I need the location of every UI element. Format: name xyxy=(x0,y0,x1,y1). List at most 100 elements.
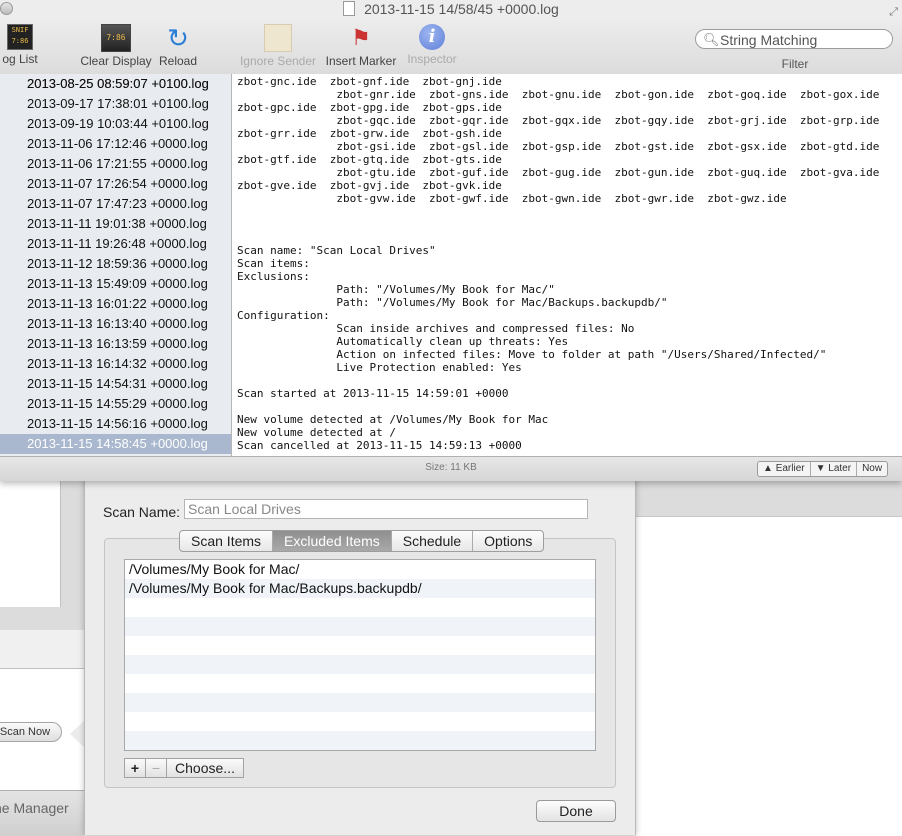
log-line: Scan started at 2013-11-15 14:59:01 +000… xyxy=(237,387,509,400)
list-item-selected[interactable]: 2013-11-15 14:58:45 +0000.log xyxy=(0,434,231,454)
flag-icon: ⚑ xyxy=(351,25,371,50)
popover-arrow xyxy=(70,720,85,748)
insert-marker-label: Insert Marker xyxy=(325,54,397,68)
scan-now-button[interactable]: Scan Now xyxy=(0,722,62,742)
toolbar: SNIF 7:86 og List 7:86 Clear Display ↻ R… xyxy=(0,20,902,74)
scan-name-input[interactable]: Scan Local Drives xyxy=(184,499,588,519)
clear-display-icon-text: 7:86 xyxy=(106,33,126,42)
log-line: Action on infected files: Move to folder… xyxy=(237,348,827,361)
status-bar: Size: 11 KB ▲ Earlier ▼ Later Now xyxy=(0,456,902,481)
log-line: Scan items: xyxy=(237,257,310,270)
log-file-list[interactable]: 2013-08-25 08:59:07 +0100.log 2013-08-25… xyxy=(0,74,232,456)
clear-display-icon: 7:86 xyxy=(101,24,131,52)
list-item xyxy=(125,598,595,617)
log-line: Path: "/Volumes/My Book for Mac/Backups.… xyxy=(237,296,668,309)
reload-label: Reload xyxy=(158,54,198,68)
earlier-button[interactable]: ▲ Earlier xyxy=(758,462,811,476)
list-item[interactable]: 2013-11-11 19:01:38 +0000.log xyxy=(0,214,231,234)
log-list-icon: SNIF 7:86 xyxy=(7,24,33,50)
list-item[interactable]: 2013-09-17 17:38:01 +0100.log xyxy=(0,94,231,114)
log-line: zbot-gtf.ide zbot-gtq.ide zbot-gts.ide xyxy=(237,153,502,166)
log-line: zbot-gvw.ide zbot-gwf.ide zbot-gwn.ide z… xyxy=(237,192,787,205)
list-item[interactable]: 2013-11-11 19:26:48 +0000.log xyxy=(0,234,231,254)
log-list-button[interactable]: SNIF 7:86 og List xyxy=(0,24,50,66)
excluded-items-list[interactable]: /Volumes/My Book for Mac/ /Volumes/My Bo… xyxy=(124,559,596,751)
list-item[interactable]: 2013-09-19 10:03:44 +0100.log xyxy=(0,114,231,134)
log-line: zbot-gtu.ide zbot-guf.ide zbot-gug.ide z… xyxy=(237,166,880,179)
fullscreen-icon[interactable]: ⤢ xyxy=(889,3,898,21)
window-button-icon[interactable] xyxy=(0,2,13,15)
list-item xyxy=(125,693,595,712)
navigation-buttons: ▲ Earlier ▼ Later Now xyxy=(757,461,889,477)
list-item[interactable]: 2013-11-12 18:59:36 +0000.log xyxy=(0,254,231,274)
log-list-label: og List xyxy=(2,52,38,66)
log-line: zbot-gpc.ide zbot-gpg.ide zbot-gps.ide xyxy=(237,101,502,114)
content-panel xyxy=(636,516,902,836)
window-title: 2013-11-15 14/58/45 +0000.log xyxy=(364,1,559,17)
inspector-button[interactable]: i Inspector xyxy=(402,24,462,66)
list-item[interactable]: 2013-11-15 14:55:29 +0000.log xyxy=(0,394,231,414)
list-item[interactable]: 2013-11-13 16:13:59 +0000.log xyxy=(0,334,231,354)
tab-scan-items[interactable]: Scan Items xyxy=(180,531,274,551)
list-item[interactable]: 2013-08-25 08:59:07 +0100.log xyxy=(0,74,231,94)
filter-placeholder: String Matching xyxy=(720,32,818,48)
list-item[interactable]: 2013-11-07 17:26:54 +0000.log xyxy=(0,174,231,194)
clear-display-label: Clear Display xyxy=(80,54,152,68)
log-line: zbot-gsi.ide zbot-gsl.ide zbot-gsp.ide z… xyxy=(237,140,880,153)
add-exclusion-button[interactable]: + xyxy=(124,758,146,778)
now-button[interactable]: Now xyxy=(857,462,887,476)
log-line: zbot-grr.ide zbot-grw.ide zbot-gsh.ide xyxy=(237,127,502,140)
remove-exclusion-button[interactable]: − xyxy=(145,758,167,778)
list-item[interactable]: 2013-11-13 15:49:09 +0000.log xyxy=(0,274,231,294)
list-item xyxy=(125,731,595,750)
choose-button[interactable]: Choose... xyxy=(166,758,244,778)
list-item[interactable]: 2013-11-13 16:13:40 +0000.log xyxy=(0,314,231,334)
list-item[interactable]: 2013-11-06 17:12:46 +0000.log xyxy=(0,134,231,154)
done-button[interactable]: Done xyxy=(536,800,616,822)
list-item xyxy=(125,655,595,674)
log-line: zbot-gqc.ide zbot-gqr.ide zbot-gqx.ide z… xyxy=(237,114,880,127)
list-item[interactable]: 2013-11-15 14:54:31 +0000.log xyxy=(0,374,231,394)
list-item[interactable]: 2013-11-15 14:56:16 +0000.log xyxy=(0,414,231,434)
list-item xyxy=(125,674,595,693)
list-item[interactable]: /Volumes/My Book for Mac/ xyxy=(125,560,595,579)
list-item[interactable]: 2013-11-07 17:47:23 +0000.log xyxy=(0,194,231,214)
info-icon: i xyxy=(419,24,445,50)
list-item[interactable]: /Volumes/My Book for Mac/Backups.backupd… xyxy=(125,579,595,598)
log-line: zbot-gnr.ide zbot-gns.ide zbot-gnu.ide z… xyxy=(237,88,880,101)
log-line: Scan name: "Scan Local Drives" xyxy=(237,244,436,257)
log-text-view[interactable]: zbot-gnc.ide zbot-gnf.ide zbot-gnj.ide z… xyxy=(232,74,902,456)
ignore-sender-button[interactable]: Ignore Sender xyxy=(236,24,320,68)
tab-excluded-items[interactable]: Excluded Items xyxy=(273,531,392,551)
list-item[interactable]: 2013-11-13 16:01:22 +0000.log xyxy=(0,294,231,314)
title-bar: 2013-11-15 14/58/45 +0000.log ⤢ xyxy=(0,0,902,20)
list-item[interactable]: 2013-11-13 16:14:32 +0000.log xyxy=(0,354,231,374)
list-item[interactable]: 2013-11-06 17:21:55 +0000.log xyxy=(0,154,231,174)
clear-display-button[interactable]: 7:86 Clear Display xyxy=(78,24,154,68)
log-line: Scan cancelled at 2013-11-15 14:59:13 +0… xyxy=(237,439,522,452)
log-line: Live Protection enabled: Yes xyxy=(237,361,522,374)
list-controls: + − Choose... xyxy=(124,758,244,778)
scan-name-label: Scan Name: xyxy=(103,504,181,520)
quarantine-manager-label[interactable]: ne Manager xyxy=(0,800,69,816)
list-item xyxy=(125,712,595,731)
log-line: Configuration: xyxy=(237,309,330,322)
log-line: Automatically clean up threats: Yes xyxy=(237,335,569,348)
panel-divider xyxy=(0,630,84,669)
scan-settings-sheet: Scan Name: Scan Local Drives Scan Items … xyxy=(84,480,636,835)
insert-marker-button[interactable]: ⚑ Insert Marker xyxy=(322,24,400,68)
log-list-icon-text: SNIF 7:86 xyxy=(11,26,29,45)
later-button[interactable]: ▼ Later xyxy=(811,462,858,476)
tab-schedule[interactable]: Schedule xyxy=(392,531,474,551)
filter-label: Filter xyxy=(781,57,809,71)
reload-button[interactable]: ↻ Reload xyxy=(156,24,200,68)
ignore-sender-label: Ignore Sender xyxy=(239,54,317,68)
filter-search-input[interactable]: 🔍︎ String Matching xyxy=(695,29,893,49)
earlier-label: Earlier xyxy=(775,463,805,474)
tab-options[interactable]: Options xyxy=(473,531,543,551)
